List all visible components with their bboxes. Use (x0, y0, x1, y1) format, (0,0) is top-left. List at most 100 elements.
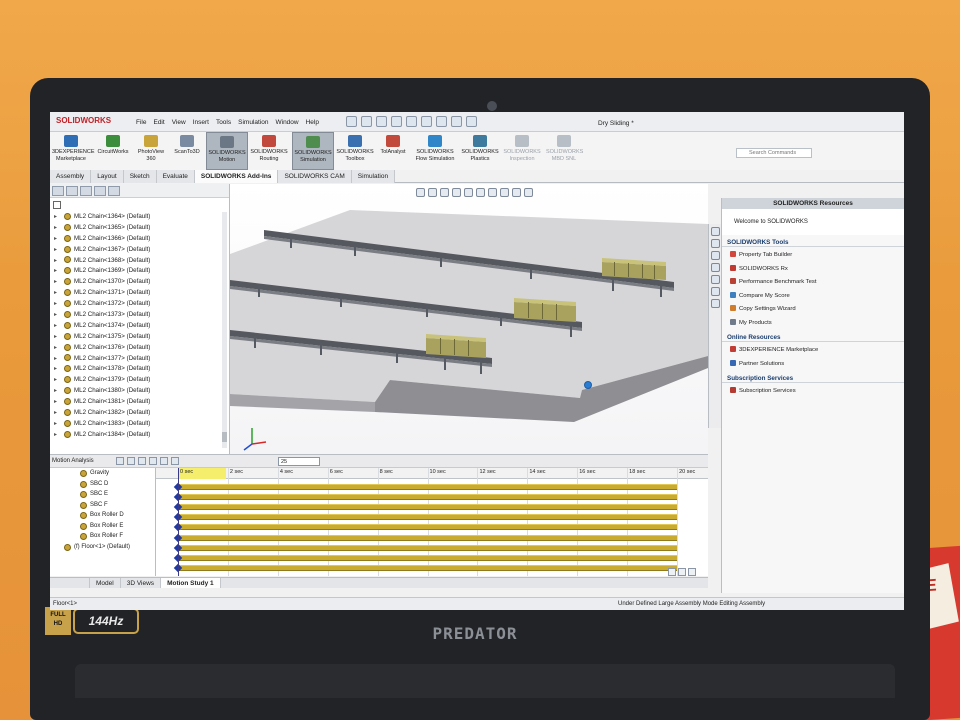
zoom-in-icon[interactable] (668, 568, 676, 576)
graphics-viewport[interactable] (230, 184, 708, 454)
tree-item[interactable]: ML2 Chain<1365> (Default) (50, 223, 230, 234)
resource-link[interactable]: My Products (722, 317, 904, 331)
section-view-icon[interactable] (452, 188, 461, 197)
zoom-out-icon[interactable] (678, 568, 686, 576)
timeline-bar[interactable] (178, 554, 678, 561)
motion-tree-item[interactable]: Box Roller E (50, 521, 155, 532)
motion-tree-item[interactable]: SBC D (50, 479, 155, 490)
tree-item[interactable]: ML2 Chain<1372> (Default) (50, 299, 230, 310)
motion-tree-item[interactable]: SBC E (50, 489, 155, 500)
ribbon-button-simulation[interactable]: SOLIDWORKS Simulation (292, 132, 334, 170)
solidworks-logo[interactable]: SOLIDWORKS (56, 116, 111, 125)
tree-item[interactable]: ML2 Chain<1381> (Default) (50, 397, 230, 408)
motion-tree-item[interactable]: Box Roller F (50, 531, 155, 542)
resource-link[interactable]: SOLIDWORKS Rx (722, 263, 904, 277)
motion-tree-item[interactable]: Gravity (50, 468, 155, 479)
tree-item[interactable]: ML2 Chain<1375> (Default) (50, 332, 230, 343)
resource-link[interactable]: Partner Solutions (722, 358, 904, 372)
save-animation-icon[interactable] (171, 457, 179, 465)
filter-icon[interactable] (53, 201, 61, 209)
tab-solidworks-cam[interactable]: SOLIDWORKS CAM (278, 170, 352, 183)
tab-navigation-arrows[interactable] (50, 578, 90, 588)
timeline-bar[interactable] (178, 504, 678, 511)
tree-item[interactable]: ML2 Chain<1364> (Default) (50, 212, 230, 223)
resource-link[interactable]: Performance Benchmark Test (722, 276, 904, 290)
tab-motion-study-1[interactable]: Motion Study 1 (161, 578, 221, 588)
tab-sketch[interactable]: Sketch (123, 170, 157, 183)
tree-item[interactable]: ML2 Chain<1379> (Default) (50, 375, 230, 386)
tab-assembly[interactable]: Assembly (50, 170, 92, 183)
menu-tools[interactable]: Tools (216, 119, 231, 126)
ribbon-button-circuitworks[interactable]: CircuitWorks (96, 132, 130, 170)
menu-window[interactable]: Window (275, 119, 298, 126)
motion-tree-item[interactable]: SBC F (50, 500, 155, 511)
search-commands-input[interactable]: Search Commands (736, 148, 812, 158)
tab-simulation[interactable]: Simulation (351, 170, 396, 183)
tab-3d-views[interactable]: 3D Views (121, 578, 162, 588)
timeline-bar[interactable] (178, 514, 678, 521)
tab-model[interactable]: Model (90, 578, 121, 588)
calculate-icon[interactable] (116, 457, 124, 465)
tree-item[interactable]: ML2 Chain<1366> (Default) (50, 234, 230, 245)
display-manager-icon[interactable] (108, 186, 120, 196)
menu-file[interactable]: File (136, 119, 146, 126)
play-from-start-icon[interactable] (127, 457, 135, 465)
feature-manager-icon[interactable] (52, 186, 64, 196)
time-bar[interactable] (178, 468, 179, 576)
playback-speed-icon[interactable] (160, 457, 168, 465)
display-style-icon[interactable] (476, 188, 485, 197)
undo-icon[interactable] (421, 116, 432, 127)
timeline-bar[interactable] (178, 544, 678, 551)
resource-link[interactable]: Property Tab Builder (722, 249, 904, 263)
ribbon-button-photoview[interactable]: PhotoView 360 (136, 132, 166, 170)
appearances-icon[interactable] (711, 275, 720, 284)
timeline-bar[interactable] (178, 564, 678, 571)
tree-item[interactable]: ML2 Chain<1384> (Default) (50, 430, 230, 441)
view-palette-icon[interactable] (711, 263, 720, 272)
save-icon[interactable] (391, 116, 402, 127)
tree-item[interactable]: ML2 Chain<1377> (Default) (50, 354, 230, 365)
hide-show-icon[interactable] (488, 188, 497, 197)
playback-speed-select[interactable]: 25 (278, 457, 320, 466)
tree-item[interactable]: ML2 Chain<1369> (Default) (50, 266, 230, 277)
print-icon[interactable] (406, 116, 417, 127)
view-settings-icon[interactable] (524, 188, 533, 197)
tree-item[interactable]: ML2 Chain<1373> (Default) (50, 310, 230, 321)
solidworks-forum-icon[interactable] (711, 299, 720, 308)
timeline-bar[interactable] (178, 534, 678, 541)
resource-link[interactable]: Compare My Score (722, 290, 904, 304)
timeline-bar[interactable] (178, 524, 678, 531)
tree-item[interactable]: ML2 Chain<1376> (Default) (50, 343, 230, 354)
study-type-select[interactable]: Motion Analysis (52, 458, 94, 464)
menu-edit[interactable]: Edit (153, 119, 164, 126)
ribbon-button-flow-simulation[interactable]: SOLIDWORKS Flow Simulation (412, 132, 458, 170)
resource-link[interactable]: 3DEXPERIENCE Marketplace (722, 344, 904, 358)
tree-item[interactable]: ML2 Chain<1378> (Default) (50, 364, 230, 375)
file-explorer-icon[interactable] (711, 251, 720, 260)
tree-item[interactable]: ML2 Chain<1380> (Default) (50, 386, 230, 397)
tree-scrollbar[interactable] (222, 212, 227, 448)
tree-item[interactable]: ML2 Chain<1368> (Default) (50, 256, 230, 267)
ribbon-button-toolbox[interactable]: SOLIDWORKS Toolbox (336, 132, 374, 170)
zoom-area-icon[interactable] (428, 188, 437, 197)
ribbon-button-plastics[interactable]: SOLIDWORKS Plastics (460, 132, 500, 170)
property-manager-icon[interactable] (66, 186, 78, 196)
scene-icon[interactable] (512, 188, 521, 197)
ribbon-button-mbd[interactable]: SOLIDWORKS MBD SNL (546, 132, 583, 170)
tree-item[interactable]: ML2 Chain<1367> (Default) (50, 245, 230, 256)
ribbon-button-tolanalyst[interactable]: TolAnalyst (378, 132, 408, 170)
new-document-icon[interactable] (361, 116, 372, 127)
tab-evaluate[interactable]: Evaluate (156, 170, 195, 183)
home-icon[interactable] (346, 116, 357, 127)
ribbon-button-routing[interactable]: SOLIDWORKS Routing (250, 132, 288, 170)
timeline-bar[interactable] (178, 494, 678, 501)
zoom-fit-icon[interactable] (688, 568, 696, 576)
stop-icon[interactable] (149, 457, 157, 465)
welcome-link[interactable]: Welcome to SOLIDWORKS (722, 209, 904, 235)
view-orientation-icon[interactable] (464, 188, 473, 197)
tab-layout[interactable]: Layout (91, 170, 124, 183)
tab-solidworks-add-ins[interactable]: SOLIDWORKS Add-Ins (194, 170, 279, 183)
menu-view[interactable]: View (172, 119, 186, 126)
tree-item[interactable]: ML2 Chain<1383> (Default) (50, 419, 230, 430)
motion-timeline[interactable]: 0 sec 2 sec 4 sec 6 sec 8 sec 10 sec 12 sec 14 … (156, 468, 708, 576)
